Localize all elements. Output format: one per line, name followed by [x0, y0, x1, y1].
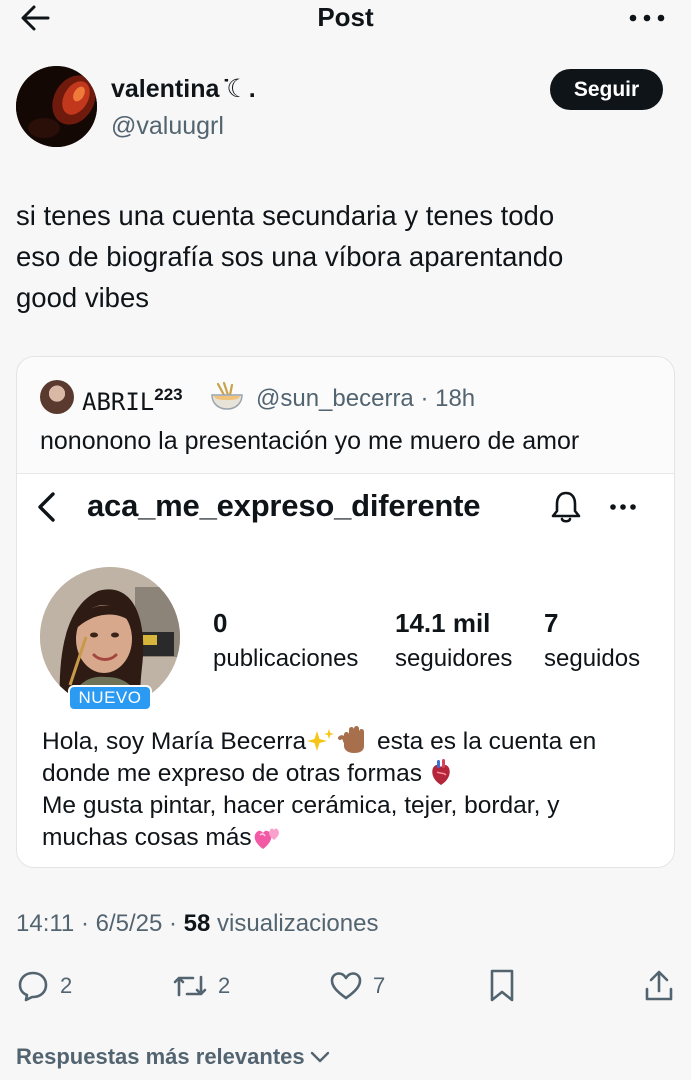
reply-count: 2: [60, 973, 73, 998]
share-icon: [645, 970, 673, 1001]
author-display-name[interactable]: valentina ̇☾.: [111, 74, 256, 104]
revolving-hearts-icon: [254, 828, 279, 849]
quoted-author-name: ABRIL223: [82, 385, 183, 416]
more-options-icon: [609, 500, 637, 512]
tweet-line: si tenes una cuenta secundaria y tenes t…: [16, 200, 555, 231]
stat-posts-label: publicaciones: [213, 645, 359, 672]
author-avatar[interactable]: [16, 66, 97, 147]
repost-count: 2: [218, 973, 231, 998]
quoted-author-name-superscript: 223: [154, 385, 183, 404]
share-button[interactable]: [643, 966, 675, 1006]
reply-icon: [18, 971, 48, 1002]
anatomical-heart-icon: [432, 759, 450, 785]
bell-icon: [550, 490, 582, 524]
chevron-down-icon: [310, 1051, 329, 1063]
quoted-text: nononono la presentación yo me muero de …: [40, 427, 580, 455]
stat-posts: 0 publicaciones: [213, 608, 358, 673]
heart-icon: [330, 972, 362, 1000]
more-options-icon[interactable]: [627, 6, 667, 30]
bookmark-button[interactable]: [487, 966, 517, 1006]
views-count: 58: [183, 910, 211, 937]
instagram-username: aca_me_expreso_diferente: [87, 488, 481, 523]
stat-following-number: 7: [544, 608, 559, 638]
post-timestamp: 14:11 · 6/5/25 ·: [16, 910, 184, 937]
bio-line: Me gusta pintar, hacer cerámica, tejer, …: [42, 792, 560, 819]
post-meta: 14:11 · 6/5/25 · 58 visualizaciones: [16, 910, 378, 938]
quoted-handle-time: @sun_becerra · 18h: [256, 385, 476, 412]
profile-bio: Hola, soy María Becerra esta es la cuent…: [42, 724, 596, 854]
replies-sort-dropdown[interactable]: Respuestas más relevantes: [16, 1044, 331, 1070]
stat-followers-number: 14.1 mil: [395, 608, 491, 638]
bookmark-icon: [490, 969, 514, 1002]
like-count: 7: [373, 973, 386, 998]
author-handle[interactable]: @valuugrl: [111, 112, 224, 141]
tweet-line: eso de biografía sos una víbora aparenta…: [16, 241, 564, 272]
reply-button[interactable]: 2: [16, 966, 72, 1006]
repost-button[interactable]: 2: [172, 966, 230, 1006]
views-label[interactable]: visualizaciones: [210, 910, 378, 937]
page-title: Post: [317, 2, 374, 32]
stat-followers-label: seguidores: [395, 645, 513, 672]
instagram-profile-screenshot: aca_me_expreso_diferente NUEVO 0 publica…: [17, 474, 674, 867]
top-bar: Post: [0, 0, 691, 40]
noodle-bowl-icon: [210, 381, 244, 411]
like-button[interactable]: 7: [329, 966, 385, 1006]
stat-posts-number: 0: [213, 608, 228, 638]
quoted-author-avatar: [40, 380, 74, 414]
tweet-line: good vibes: [16, 282, 150, 313]
repost-icon: [173, 975, 207, 997]
chevron-left-icon: [35, 490, 59, 524]
new-badge: NUEVO: [68, 685, 152, 711]
sparkles-icon: [307, 729, 335, 751]
stat-followers: 14.1 mil seguidores: [395, 608, 512, 673]
quoted-post[interactable]: ABRIL223 @sun_becerra · 18h nononono la …: [16, 356, 675, 868]
tweet-text: si tenes una cuenta secundaria y tenes t…: [16, 195, 676, 318]
replies-sort-label: Respuestas más relevantes: [16, 1044, 305, 1069]
bio-line: muchas cosas más: [42, 822, 596, 854]
bio-line: donde me expreso de otras formas: [42, 758, 596, 790]
stat-following: 7 seguidos: [544, 608, 640, 673]
bio-line: Hola, soy María Becerra esta es la cuent…: [42, 724, 596, 758]
waving-hand-icon: [338, 726, 365, 753]
stat-following-label: seguidos: [544, 645, 641, 672]
follow-button[interactable]: Seguir: [550, 69, 663, 110]
